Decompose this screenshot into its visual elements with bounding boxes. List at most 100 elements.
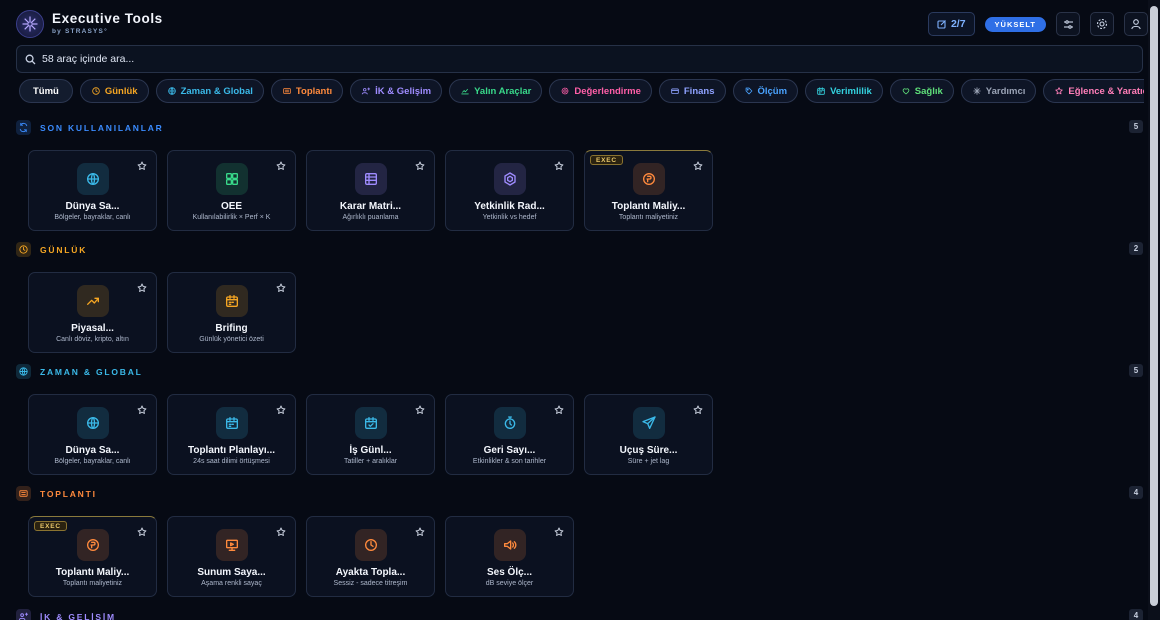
meeting-icon — [282, 86, 292, 96]
favorite-star-icon[interactable] — [136, 281, 148, 293]
favorite-star-icon[interactable] — [553, 159, 565, 171]
tool-card[interactable]: Toplantı Planlayı... 24s saat dilimi örtü… — [167, 394, 296, 475]
filter-chip-ölçüm[interactable]: Ölçüm — [732, 79, 799, 103]
trend-icon — [77, 285, 109, 317]
stopwatch-icon — [494, 407, 526, 439]
tool-card[interactable]: Dünya Sa... Bölgeler, bayraklar, canlı — [28, 150, 157, 231]
people-icon — [16, 609, 31, 620]
header-actions: 2/7 YÜKSELT — [927, 12, 1148, 36]
clock-icon — [16, 242, 31, 257]
filter-chip-zaman-global[interactable]: Zaman & Global — [155, 79, 264, 103]
filter-chip-yalın-araçlar[interactable]: Yalın Araçlar — [449, 79, 543, 103]
tool-card[interactable]: Uçuş Süre... Süre + jet lag — [584, 394, 713, 475]
filter-chip-tümü[interactable]: Tümü — [19, 79, 73, 103]
tool-grid: Dünya Sa... Bölgeler, bayraklar, canlı OEE… — [28, 150, 713, 231]
plane-icon — [633, 407, 665, 439]
favorite-star-icon[interactable] — [414, 159, 426, 171]
tool-name: Toplantı Maliy... — [611, 201, 686, 212]
favorite-star-icon[interactable] — [275, 525, 287, 537]
section-count-badge: 4 — [1129, 609, 1143, 620]
tool-description: Yetkinlik vs hedef — [482, 214, 537, 221]
filter-chip-label: İK & Gelişim — [375, 85, 432, 97]
favorite-star-icon[interactable] — [275, 403, 287, 415]
tool-grid: Piyasal... Canlı döviz, kripto, altın Brif… — [28, 272, 296, 353]
filter-settings-button[interactable] — [1056, 12, 1080, 36]
tool-description: Kullanılabilirlik × Perf × K — [192, 214, 271, 221]
filter-chip-sağlık[interactable]: Sağlık — [889, 79, 954, 103]
upgrade-button[interactable]: YÜKSELT — [984, 16, 1046, 32]
tool-name: OEE — [220, 201, 243, 212]
tool-card[interactable]: EXEC Toplantı Maliy... Toplantı maliyetini… — [584, 150, 713, 231]
section-title: GÜNLÜK — [40, 245, 88, 255]
logo-icon[interactable] — [16, 10, 44, 38]
scrollbar[interactable] — [1148, 0, 1160, 620]
tool-description: 24s saat dilimi örtüşmesi — [193, 458, 270, 465]
search-bar[interactable] — [16, 45, 1143, 73]
filter-chip-i-k-gelişim[interactable]: İK & Gelişim — [350, 79, 443, 103]
section-header-son-kullanilanlar: SON KULLANILANLAR 5 — [16, 120, 1143, 136]
tool-card[interactable]: EXEC Toplantı Maliy... Toplantı maliyetini… — [28, 516, 157, 597]
filter-chip-günlük[interactable]: Günlük — [79, 79, 149, 103]
tool-description: Canlı döviz, kripto, altın — [56, 336, 129, 343]
filter-chip-yardımcı[interactable]: Yardımcı — [960, 79, 1037, 103]
favorite-star-icon[interactable] — [553, 403, 565, 415]
tag-icon — [744, 86, 754, 96]
favorite-star-icon[interactable] — [414, 525, 426, 537]
tool-card[interactable]: Dünya Sa... Bölgeler, bayraklar, canlı — [28, 394, 157, 475]
calendar-icon — [816, 86, 826, 96]
tool-description: Toplantı maliyetiniz — [618, 214, 679, 221]
calendar-check-icon — [355, 407, 387, 439]
scrollbar-thumb[interactable] — [1150, 6, 1158, 606]
filter-chip-label: Yardımcı — [985, 85, 1026, 97]
filter-chip-label: Değerlendirme — [574, 85, 641, 97]
search-input[interactable] — [42, 53, 642, 65]
favorite-star-icon[interactable] — [692, 159, 704, 171]
calendar-icon — [216, 407, 248, 439]
tool-card[interactable]: Ses Ölç... dB seviye ölçer — [445, 516, 574, 597]
favorite-star-icon[interactable] — [553, 525, 565, 537]
favorite-star-icon[interactable] — [275, 159, 287, 171]
filter-chip-değerlendirme[interactable]: Değerlendirme — [549, 79, 652, 103]
tool-name: Uçuş Süre... — [619, 445, 678, 456]
tool-description: dB seviye ölçer — [485, 580, 534, 587]
tool-card[interactable]: Ayakta Topla... Sessiz - sadece titreşim — [306, 516, 435, 597]
tool-card[interactable]: Brifing Günlük yönetici özeti — [167, 272, 296, 353]
meeting-icon — [16, 486, 31, 501]
filter-chip-label: Toplantı — [295, 85, 333, 97]
tool-card[interactable]: Geri Sayı... Etkinlikler & son tarihler — [445, 394, 574, 475]
favorite-star-icon[interactable] — [275, 281, 287, 293]
tool-card[interactable]: Piyasal... Canlı döviz, kripto, altın — [28, 272, 157, 353]
tool-card[interactable]: Karar Matri... Ağırlıklı puanlama — [306, 150, 435, 231]
favorite-star-icon[interactable] — [136, 525, 148, 537]
edit-icon — [937, 20, 946, 29]
favorite-star-icon[interactable] — [692, 403, 704, 415]
filter-chip-toplantı[interactable]: Toplantı — [270, 79, 344, 103]
favorite-star-icon[interactable] — [136, 159, 148, 171]
filter-chip-label: Günlük — [104, 85, 138, 97]
app-title: Executive Tools — [52, 11, 163, 26]
globe-icon — [167, 86, 177, 96]
coin-icon — [77, 529, 109, 561]
filter-chip-finans[interactable]: Finans — [658, 79, 726, 103]
section-header-toplanti: TOPLANTI 4 — [16, 486, 1143, 502]
tool-card[interactable]: İş Günl... Tatiller + aralıklar — [306, 394, 435, 475]
tool-name: Sunum Saya... — [197, 567, 266, 578]
quota-badge[interactable]: 2/7 — [927, 12, 975, 36]
tool-card[interactable]: OEE Kullanılabilirlik × Perf × K — [167, 150, 296, 231]
tool-card[interactable]: Yetkinlik Rad... Yetkinlik vs hedef — [445, 150, 574, 231]
tool-card[interactable]: Sunum Saya... Aşama renkli sayaç — [167, 516, 296, 597]
app-header: Executive Tools by STRASYS° 2/7 YÜKSELT — [0, 0, 1148, 46]
favorite-star-icon[interactable] — [414, 403, 426, 415]
profile-button[interactable] — [1124, 12, 1148, 36]
filter-chip-verimlilik[interactable]: Verimlilik — [805, 79, 883, 103]
section-header-günlük: GÜNLÜK 2 — [16, 242, 1143, 258]
tool-name: Toplantı Maliy... — [55, 567, 130, 578]
star-icon — [1054, 86, 1064, 96]
favorite-star-icon[interactable] — [136, 403, 148, 415]
settings-button[interactable] — [1090, 12, 1114, 36]
section-count-badge: 2 — [1129, 242, 1143, 255]
tool-name: Piyasal... — [71, 323, 114, 334]
filter-chip-eğlence-yaratıcı[interactable]: Eğlence & Yaratıcı — [1043, 79, 1144, 103]
gear-icon — [1096, 18, 1108, 30]
section-count-badge: 4 — [1129, 486, 1143, 499]
